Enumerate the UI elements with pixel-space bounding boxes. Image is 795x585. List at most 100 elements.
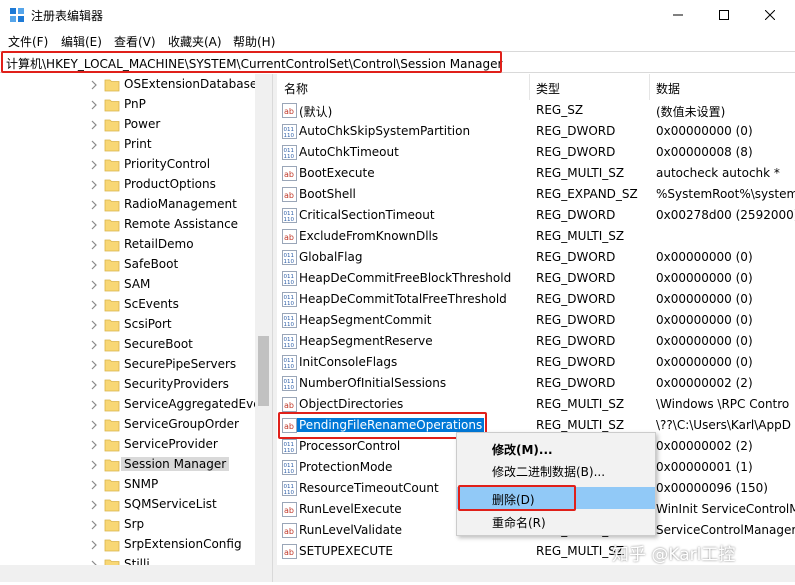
tree-item[interactable]: SafeBoot [0,255,255,275]
tree-item[interactable]: ScEvents [0,295,255,315]
tree-item[interactable]: PnP [0,95,255,115]
tree-item[interactable]: ServiceAggregatedEve [0,395,261,415]
tree-item[interactable]: ServiceGroupOrder [0,415,255,435]
chevron-right-icon[interactable] [90,460,98,470]
chevron-right-icon[interactable] [90,380,98,390]
value-row[interactable]: ab (默认) REG_SZ (数值未设置) [277,100,795,121]
chevron-right-icon[interactable] [90,260,98,270]
column-header-type[interactable]: 类型 [536,74,560,100]
minimize-button[interactable] [655,0,701,30]
tree-item[interactable]: SAM [0,275,255,295]
value-type: REG_DWORD [536,292,616,306]
tree-item[interactable]: Remote Assistance [0,215,255,235]
value-row[interactable]: 011 110 NumberOfInitialSessions REG_DWORD 0x… [277,373,795,394]
chevron-right-icon[interactable] [90,500,98,510]
column-header-name[interactable]: 名称 [284,74,308,100]
menu-view[interactable]: 查看(V) [114,33,156,50]
tree-item[interactable]: ServiceProvider [0,435,255,455]
menu-file[interactable]: 文件(F) [8,33,48,50]
context-modify-label: 修改(M)... [492,443,553,457]
chevron-right-icon[interactable] [90,80,98,90]
svg-text:110: 110 [284,133,295,139]
tree-item[interactable]: Session Manager [0,455,255,475]
value-type: REG_DWORD [536,271,616,285]
tree-vertical-scrollbar[interactable] [255,74,272,565]
chevron-right-icon[interactable] [90,480,98,490]
value-row[interactable]: ab BootShell REG_EXPAND_SZ %SystemRoot%\sys… [277,184,795,205]
value-row[interactable]: ab ObjectDirectories REG_MULTI_SZ \Windows … [277,394,795,415]
maximize-button[interactable] [701,0,747,30]
menu-edit[interactable]: 编辑(E) [61,33,102,50]
menu-favorites[interactable]: 收藏夹(A) [168,33,222,50]
svg-text:ab: ab [284,170,294,179]
tree-item[interactable]: SecureBoot [0,335,255,355]
value-row[interactable]: ab BootExecute REG_MULTI_SZ autocheck autoc… [277,163,795,184]
svg-text:110: 110 [284,385,295,391]
value-name: HeapSegmentCommit [299,313,432,327]
chevron-right-icon[interactable] [90,280,98,290]
tree-item[interactable]: Print [0,135,255,155]
chevron-right-icon[interactable] [90,160,98,170]
list-horizontal-scrollbar[interactable] [277,565,795,582]
chevron-right-icon[interactable] [90,220,98,230]
tree-item[interactable]: SrpExtensionConfig [0,535,255,555]
menu-help[interactable]: 帮助(H) [233,33,275,50]
chevron-right-icon[interactable] [90,240,98,250]
tree-item[interactable]: RadioManagement [0,195,255,215]
context-modify-binary[interactable]: 修改二进制数据(B)... [457,459,655,481]
tree-item-label: SecurityProviders [124,377,229,391]
chevron-right-icon[interactable] [90,540,98,550]
column-divider[interactable] [649,74,650,100]
value-data: ServiceControlManager [656,523,795,537]
value-row[interactable]: 011 110 HeapDeCommitTotalFreeThreshold REG_… [277,289,795,310]
value-row[interactable]: 011 110 HeapDeCommitFreeBlockThreshold REG_… [277,268,795,289]
tree-item[interactable]: SecurePipeServers [0,355,255,375]
tree-item[interactable]: SecurityProviders [0,375,255,395]
value-row[interactable]: 011 110 HeapSegmentCommit REG_DWORD 0x000000… [277,310,795,331]
tree-item[interactable]: ProductOptions [0,175,255,195]
tree-item[interactable]: Srp [0,515,255,535]
chevron-right-icon[interactable] [90,420,98,430]
chevron-right-icon[interactable] [90,320,98,330]
chevron-right-icon[interactable] [90,300,98,310]
address-bar[interactable]: 计算机\HKEY_LOCAL_MACHINE\SYSTEM\CurrentCon… [0,51,795,73]
context-modify[interactable]: 修改(M)... [457,437,655,459]
chevron-right-icon[interactable] [90,440,98,450]
tree-item[interactable]: ScsiPort [0,315,255,335]
tree-horizontal-scrollbar[interactable] [0,565,272,582]
context-delete[interactable]: 删除(D) [457,487,655,509]
tree-item[interactable]: Power [0,115,255,135]
chevron-right-icon[interactable] [90,340,98,350]
tree-scroll-thumb[interactable] [258,336,269,406]
value-row[interactable]: 011 110 HeapSegmentReserve REG_DWORD 0x00000… [277,331,795,352]
tree-item-label: SNMP [124,477,159,491]
tree-item[interactable]: PriorityControl [0,155,255,175]
value-row[interactable]: 011 110 AutoChkSkipSystemPartition REG_DWOR… [277,121,795,142]
tree-item[interactable]: RetailDemo [0,235,255,255]
address-path[interactable]: 计算机\HKEY_LOCAL_MACHINE\SYSTEM\CurrentCon… [6,55,502,72]
value-row[interactable]: ab ExcludeFromKnownDlls REG_MULTI_SZ [277,226,795,247]
tree-item[interactable]: Stilli [0,555,255,565]
chevron-right-icon[interactable] [90,100,98,110]
chevron-right-icon[interactable] [90,180,98,190]
folder-icon [104,439,120,452]
value-row[interactable]: 011 110 AutoChkTimeout REG_DWORD 0x00000008 … [277,142,795,163]
tree-item[interactable]: SQMServiceList [0,495,255,515]
chevron-right-icon[interactable] [90,200,98,210]
context-rename[interactable]: 重命名(R) [457,510,655,532]
tree-item[interactable]: OSExtensionDatabase [0,75,257,95]
value-name: ResourceTimeoutCount [299,481,439,495]
tree-item[interactable]: SNMP [0,475,255,495]
close-button[interactable] [747,0,793,30]
chevron-right-icon[interactable] [90,140,98,150]
column-divider[interactable] [529,74,530,100]
column-header-data[interactable]: 数据 [656,74,680,100]
svg-text:ab: ab [284,191,294,200]
value-row[interactable]: 011 110 GlobalFlag REG_DWORD 0x00000000 (0) [277,247,795,268]
chevron-right-icon[interactable] [90,520,98,530]
value-row[interactable]: 011 110 CriticalSectionTimeout REG_DWORD 0x0… [277,205,795,226]
chevron-right-icon[interactable] [90,400,98,410]
chevron-right-icon[interactable] [90,120,98,130]
chevron-right-icon[interactable] [90,360,98,370]
value-row[interactable]: 011 110 InitConsoleFlags REG_DWORD 0x0000000… [277,352,795,373]
